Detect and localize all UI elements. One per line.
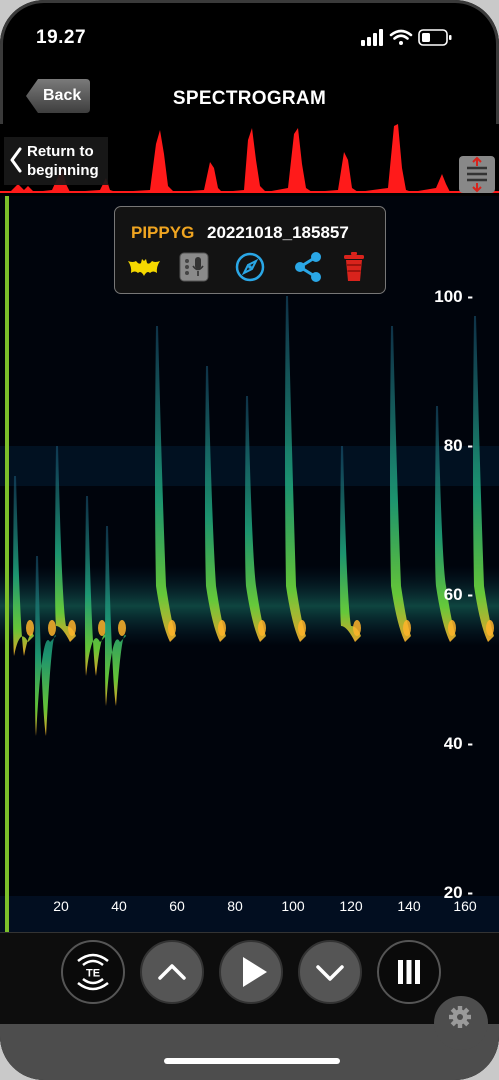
- time-tick-140: 140: [397, 898, 421, 914]
- share-icon[interactable]: [291, 251, 325, 283]
- bat-icon[interactable]: [127, 251, 161, 283]
- gear-icon: [449, 1006, 471, 1028]
- page-title: SPECTROGRAM: [172, 88, 327, 109]
- return-label: Return to beginning: [27, 142, 99, 180]
- bat-call-peak: [168, 620, 176, 636]
- freq-tick-40: 40 -: [443, 734, 473, 753]
- status-icons: [359, 28, 469, 48]
- recording-info-popup: PIPPYG 20221018_185857: [114, 206, 386, 294]
- wifi-icon: [389, 29, 413, 45]
- species-label: PIPPYG: [131, 223, 195, 242]
- bat-call-peak: [298, 620, 306, 636]
- signal-icon: [361, 29, 383, 46]
- recorder-icon[interactable]: [177, 251, 211, 283]
- bat-call-peak: [448, 620, 456, 636]
- return-to-beginning-button[interactable]: Return to beginning: [4, 137, 108, 185]
- play-button[interactable]: [218, 939, 284, 1005]
- recording-filename: 20221018_185857: [207, 223, 349, 242]
- return-label-line2: beginning: [27, 162, 99, 179]
- freq-tick-100: 100 -: [434, 287, 473, 306]
- navigation-bar: Back SPECTROGRAM: [0, 74, 499, 124]
- te-mode-button[interactable]: TE: [60, 939, 126, 1005]
- trash-icon[interactable]: [337, 251, 371, 283]
- bat-call-peak: [403, 620, 411, 636]
- pause-button[interactable]: [376, 939, 442, 1005]
- bar-icon: [415, 960, 420, 984]
- playback-position-marker[interactable]: [5, 196, 9, 932]
- bat-call-peak: [258, 620, 266, 636]
- down-button[interactable]: [297, 939, 363, 1005]
- bat-call-peak: [68, 620, 76, 636]
- up-button[interactable]: [139, 939, 205, 1005]
- bat-call-peak: [353, 620, 361, 636]
- time-tick-160: 160: [453, 898, 477, 914]
- battery-icon: [418, 29, 452, 46]
- bat-call-peak: [98, 620, 106, 636]
- time-tick-100: 100: [281, 898, 305, 914]
- status-bar: 19.27: [0, 0, 499, 74]
- freq-tick-60: 60 -: [443, 585, 473, 604]
- bat-call-peak: [26, 620, 34, 636]
- status-time: 19.27: [36, 27, 87, 48]
- menu-lines-icon: [467, 156, 487, 193]
- bat-call-peak: [218, 620, 226, 636]
- home-indicator[interactable]: [164, 1058, 340, 1064]
- bat-call-peak: [118, 620, 126, 636]
- bar-icon: [398, 960, 403, 984]
- phone-screen: 19.27 Back SPECTROGRAM Return to beginni…: [0, 0, 499, 1080]
- bat-call-peak: [486, 620, 494, 636]
- bottom-bar: [0, 1024, 499, 1080]
- te-label: TE: [86, 968, 100, 980]
- bat-call-peak: [48, 620, 56, 636]
- settings-button[interactable]: [434, 996, 488, 1050]
- time-tick-120: 120: [339, 898, 363, 914]
- time-tick-20: 20: [53, 898, 69, 914]
- time-tick-40: 40: [111, 898, 127, 914]
- return-label-line1: Return to: [27, 143, 94, 160]
- compass-icon[interactable]: [233, 251, 267, 283]
- time-tick-80: 80: [227, 898, 243, 914]
- menu-handle-button[interactable]: [459, 156, 495, 193]
- chevron-left-icon: [10, 147, 22, 173]
- freq-tick-80: 80 -: [443, 436, 473, 455]
- bar-icon: [406, 960, 412, 984]
- time-tick-60: 60: [169, 898, 185, 914]
